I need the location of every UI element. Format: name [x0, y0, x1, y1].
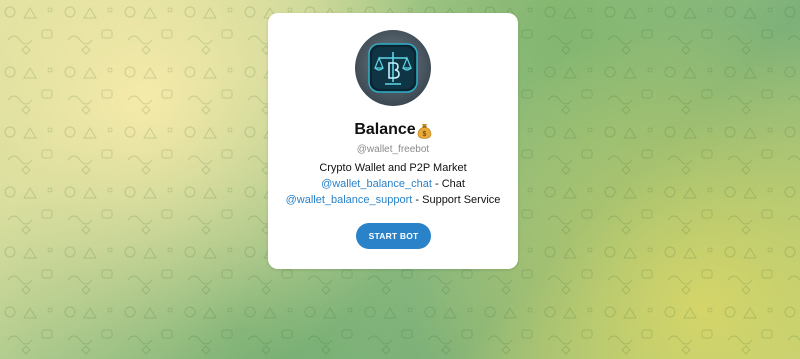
description-line: Crypto Wallet and P2P Market	[319, 162, 467, 174]
bot-info-card: Balance $ @wallet_freebot Crypto Wallet …	[268, 13, 518, 269]
bot-title-row: Balance $	[268, 120, 518, 140]
description-chat-line: @wallet_balance_chat - Chat	[268, 177, 518, 192]
start-bot-button[interactable]: START BOT	[356, 223, 431, 249]
svg-text:$: $	[422, 131, 426, 138]
chat-link-suffix: - Chat	[431, 178, 465, 190]
bot-username: @wallet_freebot	[356, 144, 430, 155]
bot-avatar	[355, 30, 431, 106]
bot-name: Balance	[354, 121, 416, 138]
support-link-suffix: - Support Service	[412, 194, 501, 206]
description-support-line: @wallet_balance_support - Support Servic…	[268, 193, 518, 208]
support-link[interactable]: @wallet_balance_support	[286, 194, 413, 206]
chat-link[interactable]: @wallet_balance_chat	[321, 178, 432, 190]
money-bag-icon: $	[417, 123, 431, 139]
scales-logo-icon	[368, 43, 418, 93]
